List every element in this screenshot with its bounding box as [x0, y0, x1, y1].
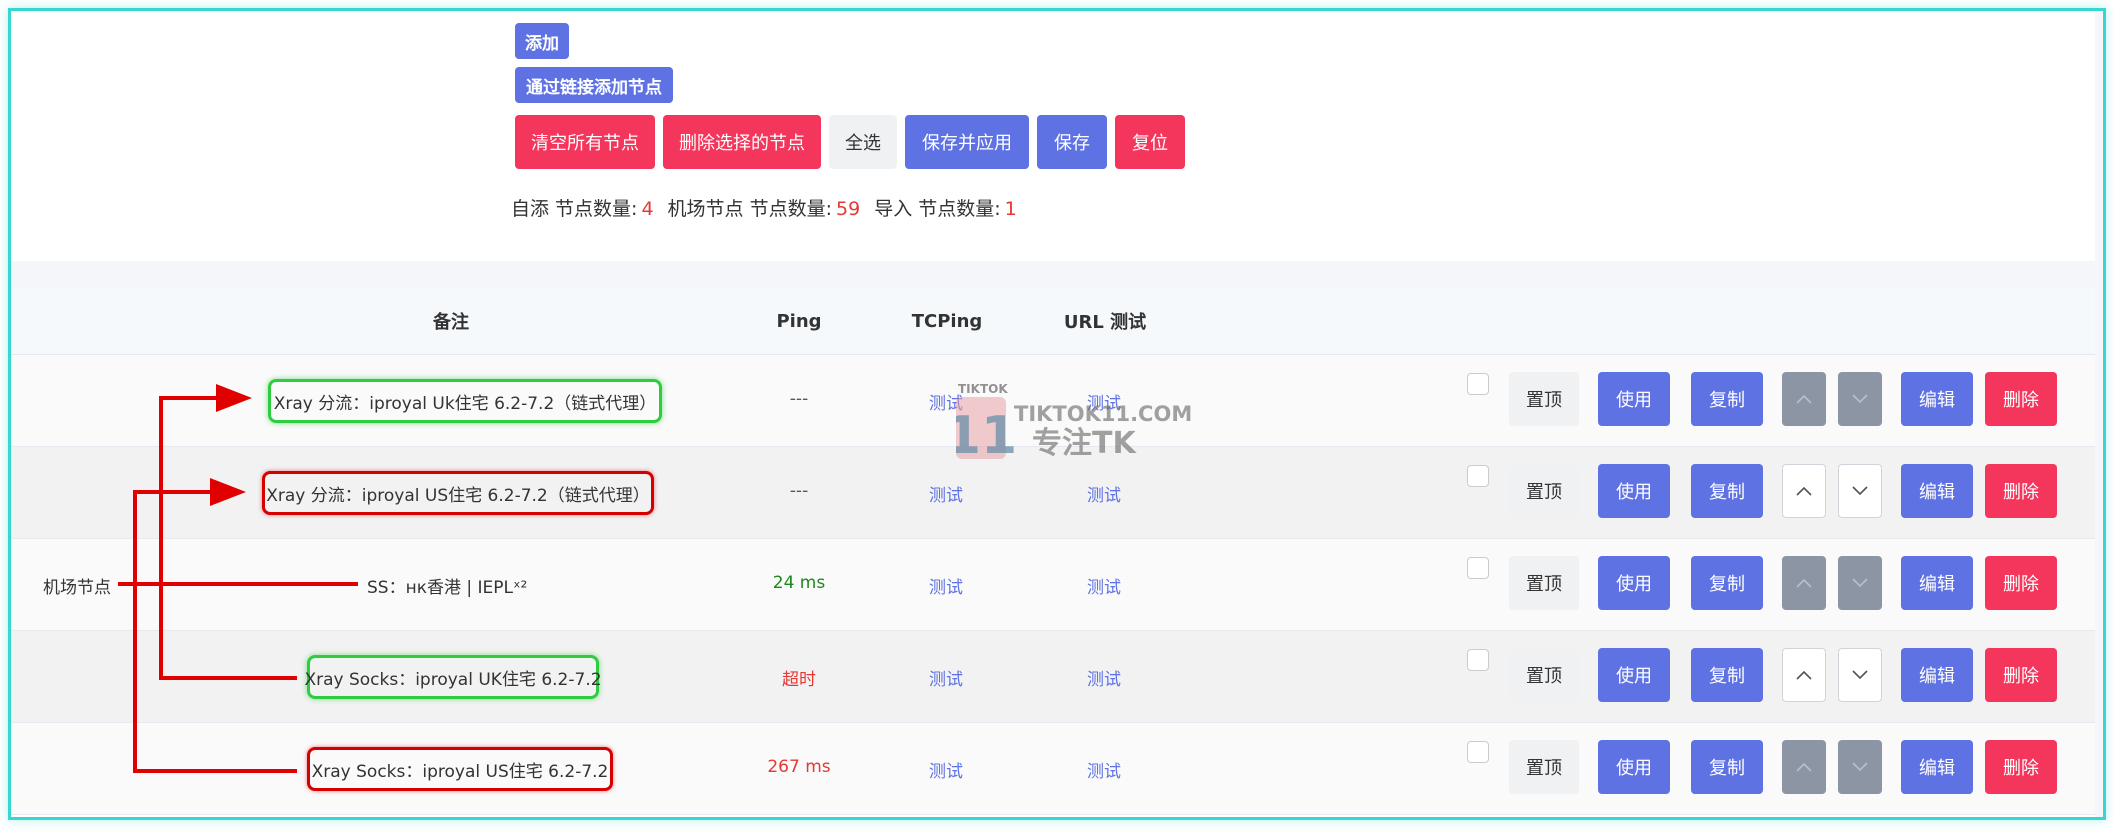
- group-label: 机场节点: [43, 577, 111, 598]
- edit-button[interactable]: 编辑: [1901, 648, 1973, 702]
- use-button[interactable]: 使用: [1598, 372, 1670, 426]
- table-row: Xray Socks：iproyal UK住宅 6.2-7.2 超时 测试 测试 置顶使…: [11, 631, 2095, 723]
- move-up-button[interactable]: [1782, 464, 1826, 518]
- header-url-test: URL 测试: [1063, 312, 1147, 333]
- table-row: 机场节点 SS：нк香港 | IEPLˣ² 24 ms 测试 测试 置顶 使用 复制 编辑 删除: [11, 539, 2095, 631]
- chevron-down-icon: [1852, 762, 1868, 772]
- chevron-up-icon: [1796, 486, 1812, 496]
- delete-button[interactable]: 删除: [1985, 464, 2057, 518]
- tcping-test-link[interactable]: 测试: [929, 757, 963, 782]
- node-remark: Xray 分流：iproyal Uk住宅 6.2-7.2（链式代理）: [268, 379, 662, 423]
- move-down-button[interactable]: [1838, 740, 1882, 794]
- use-button[interactable]: 使用: [1598, 740, 1670, 794]
- move-down-button[interactable]: [1838, 556, 1882, 610]
- pin-top-button[interactable]: 置顶: [1509, 740, 1579, 794]
- header-remark: 备注: [433, 312, 469, 333]
- add-by-link-button[interactable]: 通过链接添加节点: [515, 67, 673, 103]
- ping-value: ---: [789, 389, 809, 409]
- ping-value: ---: [789, 481, 809, 501]
- chevron-down-icon: [1852, 486, 1868, 496]
- pin-top-button[interactable]: 置顶: [1509, 648, 1579, 702]
- reset-button[interactable]: 复位: [1115, 115, 1185, 169]
- save-button[interactable]: 保存: [1037, 115, 1107, 169]
- node-remark: Xray 分流：iproyal US住宅 6.2-7.2（链式代理）: [262, 471, 654, 515]
- ping-value: 267 ms: [767, 757, 831, 777]
- copy-button[interactable]: 复制: [1691, 464, 1763, 518]
- move-up-button[interactable]: [1782, 648, 1826, 702]
- copy-button[interactable]: 复制: [1691, 648, 1763, 702]
- edit-button[interactable]: 编辑: [1901, 372, 1973, 426]
- select-all-button[interactable]: 全选: [829, 115, 897, 169]
- edit-button[interactable]: 编辑: [1901, 740, 1973, 794]
- edit-button[interactable]: 编辑: [1901, 556, 1973, 610]
- copy-button[interactable]: 复制: [1691, 372, 1763, 426]
- chevron-up-icon: [1796, 762, 1812, 772]
- airport-count-label: 机场节点 节点数量:: [667, 198, 832, 220]
- chevron-down-icon: [1852, 394, 1868, 404]
- chevron-down-icon: [1852, 578, 1868, 588]
- move-up-button[interactable]: [1782, 372, 1826, 426]
- delete-selected-button[interactable]: 删除选择的节点: [663, 115, 821, 169]
- header-ping: Ping: [776, 310, 822, 332]
- airport-count-value: 59: [836, 198, 861, 220]
- save-and-apply-button[interactable]: 保存并应用: [905, 115, 1029, 169]
- pin-top-button[interactable]: 置顶: [1509, 372, 1579, 426]
- pin-top-button[interactable]: 置顶: [1509, 556, 1579, 610]
- use-button[interactable]: 使用: [1598, 648, 1670, 702]
- table-row: Xray 分流：iproyal US住宅 6.2-7.2（链式代理） --- 测试 测…: [11, 447, 2095, 539]
- import-count-value: 1: [1004, 198, 1017, 220]
- custom-count-value: 4: [641, 198, 654, 220]
- delete-button[interactable]: 删除: [1985, 740, 2057, 794]
- row-checkbox[interactable]: [1467, 373, 1489, 395]
- move-down-button[interactable]: [1838, 372, 1882, 426]
- edit-button[interactable]: 编辑: [1901, 464, 1973, 518]
- row-checkbox[interactable]: [1467, 557, 1489, 579]
- tcping-test-link[interactable]: 测试: [929, 665, 963, 690]
- delete-button[interactable]: 删除: [1985, 556, 2057, 610]
- url-test-link[interactable]: 测试: [1087, 481, 1121, 506]
- table-header: 备注 Ping TCPing URL 测试: [11, 287, 2095, 355]
- url-test-link[interactable]: 测试: [1087, 665, 1121, 690]
- row-checkbox[interactable]: [1467, 649, 1489, 671]
- node-remark: Xray Socks：iproyal US住宅 6.2-7.2: [307, 747, 613, 791]
- node-remark: Xray Socks：iproyal UK住宅 6.2-7.2: [304, 655, 602, 699]
- url-test-link[interactable]: 测试: [1087, 389, 1121, 414]
- move-up-button[interactable]: [1782, 740, 1826, 794]
- copy-button[interactable]: 复制: [1691, 556, 1763, 610]
- app-frame: 添加 通过链接添加节点 清空所有节点 删除选择的节点 全选 保存并应用 保存 复…: [8, 8, 2106, 820]
- move-up-button[interactable]: [1782, 556, 1826, 610]
- custom-count-label: 自添 节点数量:: [511, 198, 638, 220]
- table-row: Xray Socks：iproyal US住宅 6.2-7.2 267 ms 测试 测…: [11, 723, 2095, 815]
- delete-button[interactable]: 删除: [1985, 648, 2057, 702]
- delete-button[interactable]: 删除: [1985, 372, 2057, 426]
- tcping-test-link[interactable]: 测试: [929, 481, 963, 506]
- clear-all-nodes-button[interactable]: 清空所有节点: [515, 115, 655, 169]
- pin-top-button[interactable]: 置顶: [1509, 464, 1579, 518]
- url-test-link[interactable]: 测试: [1087, 573, 1121, 598]
- use-button[interactable]: 使用: [1598, 464, 1670, 518]
- tcping-test-link[interactable]: 测试: [929, 389, 963, 414]
- table-row: Xray 分流：iproyal Uk住宅 6.2-7.2（链式代理） --- 测试 测…: [11, 355, 2095, 447]
- use-button[interactable]: 使用: [1598, 556, 1670, 610]
- move-down-button[interactable]: [1838, 648, 1882, 702]
- toolbar-panel: 添加 通过链接添加节点 清空所有节点 删除选择的节点 全选 保存并应用 保存 复…: [11, 11, 2095, 261]
- import-count-label: 导入 节点数量:: [874, 198, 1001, 220]
- node-remark: SS：нк香港 | IEPLˣ²: [367, 577, 528, 598]
- ping-value: 24 ms: [772, 573, 826, 593]
- chevron-down-icon: [1852, 670, 1868, 680]
- chevron-up-icon: [1796, 578, 1812, 588]
- move-down-button[interactable]: [1838, 464, 1882, 518]
- add-button[interactable]: 添加: [515, 23, 569, 59]
- node-counts: 自添 节点数量: 4 机场节点 节点数量: 59 导入 节点数量: 1: [511, 194, 1031, 221]
- chevron-up-icon: [1796, 394, 1812, 404]
- tcping-test-link[interactable]: 测试: [929, 573, 963, 598]
- chevron-up-icon: [1796, 670, 1812, 680]
- row-checkbox[interactable]: [1467, 465, 1489, 487]
- copy-button[interactable]: 复制: [1691, 740, 1763, 794]
- header-tcping: TCPing: [911, 310, 983, 332]
- ping-value: 超时: [782, 670, 816, 690]
- row-checkbox[interactable]: [1467, 741, 1489, 763]
- node-table: 备注 Ping TCPing URL 测试 Xray 分流：iproyal Uk…: [11, 287, 2095, 817]
- url-test-link[interactable]: 测试: [1087, 757, 1121, 782]
